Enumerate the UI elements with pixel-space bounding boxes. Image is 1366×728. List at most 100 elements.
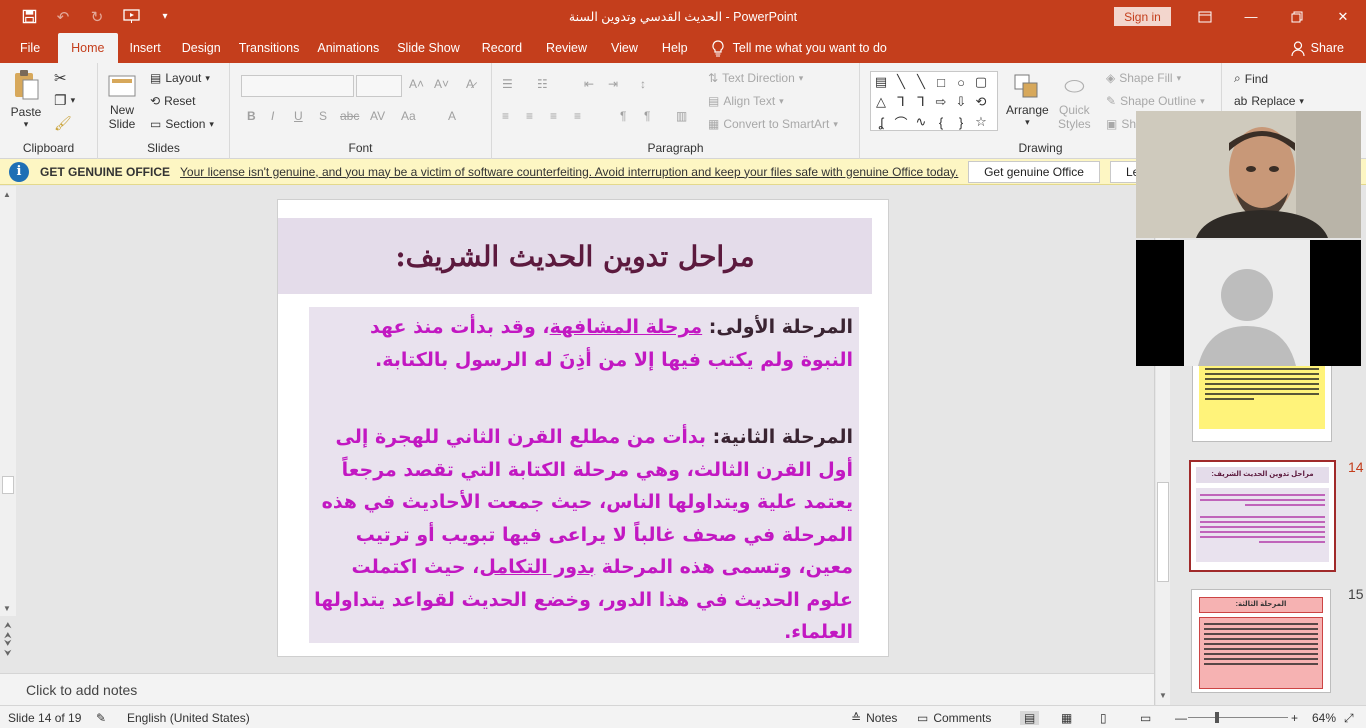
tab-slide-show[interactable]: Slide Show: [388, 33, 469, 63]
convert-smartart-button[interactable]: ▦ Convert to SmartArt ▾: [708, 117, 838, 131]
slide-counter[interactable]: Slide 14 of 19: [8, 711, 81, 725]
zoom-slider[interactable]: [1188, 717, 1288, 718]
tab-review[interactable]: Review: [535, 33, 598, 63]
editor-vertical-scrollbar[interactable]: ▲ ▼: [0, 186, 16, 616]
customize-qat-icon[interactable]: ▾: [150, 5, 180, 29]
slide-sorter-icon[interactable]: ▦: [1061, 711, 1072, 725]
spelling-check-icon[interactable]: ✎: [96, 711, 106, 725]
normal-view-icon[interactable]: ▤: [1020, 711, 1040, 725]
sign-in-button[interactable]: Sign in: [1114, 7, 1171, 26]
tab-insert[interactable]: Insert: [118, 33, 173, 63]
info-bar-message-link[interactable]: Your license isn't genuine, and you may …: [180, 165, 958, 179]
comments-toggle-button[interactable]: ▭ Comments: [917, 711, 991, 725]
down-arrow-shape-icon[interactable]: ⇩: [952, 93, 970, 111]
tab-record[interactable]: Record: [469, 33, 535, 63]
notes-pane[interactable]: Click to add notes: [0, 673, 1154, 705]
restore-icon[interactable]: [1274, 0, 1320, 33]
find-button[interactable]: ⌕ Find: [1234, 71, 1268, 86]
paste-button[interactable]: Paste ▾: [10, 69, 42, 130]
decrease-indent-icon[interactable]: ⇤: [584, 77, 594, 91]
elbow-connector-2-icon[interactable]: ⅂: [912, 93, 930, 111]
scroll-up-icon[interactable]: ▲: [3, 190, 11, 199]
redo-icon[interactable]: ↻: [82, 5, 112, 29]
zoom-out-icon[interactable]: —: [1175, 711, 1187, 725]
increase-indent-icon[interactable]: ⇥: [608, 77, 618, 91]
change-case-icon[interactable]: Aa: [401, 109, 416, 123]
align-text-button[interactable]: ▤ Align Text ▾: [708, 94, 784, 108]
thumbnail-previous[interactable]: [1192, 356, 1332, 442]
tab-design[interactable]: Design: [173, 33, 230, 63]
grow-font-icon[interactable]: A˄: [409, 77, 424, 91]
close-icon[interactable]: ✕: [1320, 0, 1366, 33]
zoom-slider-thumb[interactable]: [1215, 712, 1219, 723]
ltr-icon[interactable]: ¶: [644, 109, 650, 123]
columns-icon[interactable]: ▥: [676, 109, 687, 123]
shape-outline-button[interactable]: ✎ Shape Outline ▾: [1106, 94, 1205, 108]
strikethrough-icon[interactable]: abc: [340, 109, 359, 123]
ribbon-display-options-icon[interactable]: [1182, 0, 1228, 33]
slide-content-placeholder[interactable]: المرحلة الأولى: مرحلة المشافهة، وقد بدأت…: [309, 307, 859, 643]
scroll-down-icon[interactable]: ▼: [3, 604, 11, 613]
section-button[interactable]: ▭ Section ▾: [150, 117, 214, 131]
shape-effects-button[interactable]: ▣ Sh: [1106, 117, 1136, 131]
right-brace-shape-icon[interactable]: }: [952, 113, 970, 131]
curve-shape-icon[interactable]: ∿: [912, 113, 930, 131]
previous-slide-icon[interactable]: ⮝ ⮝: [4, 620, 12, 640]
loop-shape-icon[interactable]: ⟲: [972, 93, 990, 111]
line-shape-icon[interactable]: ╲: [892, 73, 910, 91]
char-spacing-icon[interactable]: AV: [370, 109, 385, 123]
next-slide-icon[interactable]: ⮟ ⮟: [4, 638, 12, 658]
get-genuine-office-button[interactable]: Get genuine Office: [968, 161, 1100, 183]
zoom-level[interactable]: 64%: [1312, 711, 1336, 725]
justify-icon[interactable]: ≡: [574, 109, 581, 123]
bullets-icon[interactable]: ☰: [502, 77, 513, 91]
editor-scroll-thumb[interactable]: [2, 476, 14, 494]
current-slide[interactable]: مراحل تدوين الحديث الشريف: المرحلة الأول…: [277, 199, 889, 657]
bold-icon[interactable]: B: [247, 109, 256, 123]
slide-show-view-icon[interactable]: ▭: [1140, 711, 1151, 725]
shrink-font-icon[interactable]: A˅: [434, 77, 449, 91]
shadow-icon[interactable]: S: [319, 109, 327, 123]
freeform-shape-icon[interactable]: ʆ: [872, 113, 890, 131]
new-slide-button[interactable]: New Slide: [106, 71, 138, 131]
text-box-shape-icon[interactable]: ▤: [872, 73, 890, 91]
clear-formatting-icon[interactable]: A̷: [466, 77, 474, 91]
shapes-gallery[interactable]: ▤ ╲ ╲ □ ○ ▢ △ ⅂ ⅂ ⇨ ⇩ ⟲ ʆ ⌒ ∿ { } ☆: [870, 71, 998, 131]
layout-button[interactable]: ▤ Layout ▾: [150, 71, 210, 85]
undo-icon[interactable]: ↶: [48, 5, 78, 29]
text-direction-button[interactable]: ⇅ Text Direction ▾: [708, 71, 803, 85]
left-brace-shape-icon[interactable]: {: [932, 113, 950, 131]
line-shape-2-icon[interactable]: ╲: [912, 73, 930, 91]
minimize-icon[interactable]: —: [1228, 0, 1274, 33]
tab-animations[interactable]: Animations: [308, 33, 388, 63]
triangle-shape-icon[interactable]: △: [872, 93, 890, 111]
tab-file[interactable]: File: [0, 33, 58, 63]
reading-view-icon[interactable]: ▯: [1100, 711, 1107, 725]
reset-button[interactable]: ⟲ Reset: [150, 94, 195, 108]
arrange-button[interactable]: Arrange ▾: [1006, 71, 1049, 128]
tab-transitions[interactable]: Transitions: [230, 33, 309, 63]
quick-styles-button[interactable]: ⬭ Quick Styles: [1058, 71, 1091, 131]
rectangle-shape-icon[interactable]: □: [932, 73, 950, 91]
tell-me-search[interactable]: Tell me what you want to do: [711, 33, 887, 63]
tab-view[interactable]: View: [598, 33, 651, 63]
shape-fill-button[interactable]: ◈ Shape Fill ▾: [1106, 71, 1181, 85]
rounded-rect-shape-icon[interactable]: ▢: [972, 73, 990, 91]
tab-help[interactable]: Help: [651, 33, 699, 63]
tab-home[interactable]: Home: [58, 33, 118, 63]
save-icon[interactable]: [14, 5, 44, 29]
thumbnails-scroll-down-icon[interactable]: ▼: [1159, 691, 1167, 700]
thumbnails-scroll-thumb[interactable]: [1157, 482, 1169, 582]
font-name-combo[interactable]: [241, 75, 354, 97]
star-shape-icon[interactable]: ☆: [972, 113, 990, 131]
elbow-connector-icon[interactable]: ⅂: [892, 93, 910, 111]
fit-slide-icon[interactable]: ⤢: [1344, 711, 1354, 726]
right-arrow-shape-icon[interactable]: ⇨: [932, 93, 950, 111]
line-spacing-icon[interactable]: ↕: [640, 77, 646, 91]
numbering-icon[interactable]: ☷: [537, 77, 548, 91]
arc-shape-icon[interactable]: ⌒: [892, 113, 910, 131]
format-painter-icon[interactable]: 🖌: [54, 115, 72, 132]
align-left-icon[interactable]: ≡: [502, 109, 509, 123]
slide-title-placeholder[interactable]: مراحل تدوين الحديث الشريف:: [278, 218, 872, 294]
zoom-in-icon[interactable]: +: [1291, 711, 1298, 725]
